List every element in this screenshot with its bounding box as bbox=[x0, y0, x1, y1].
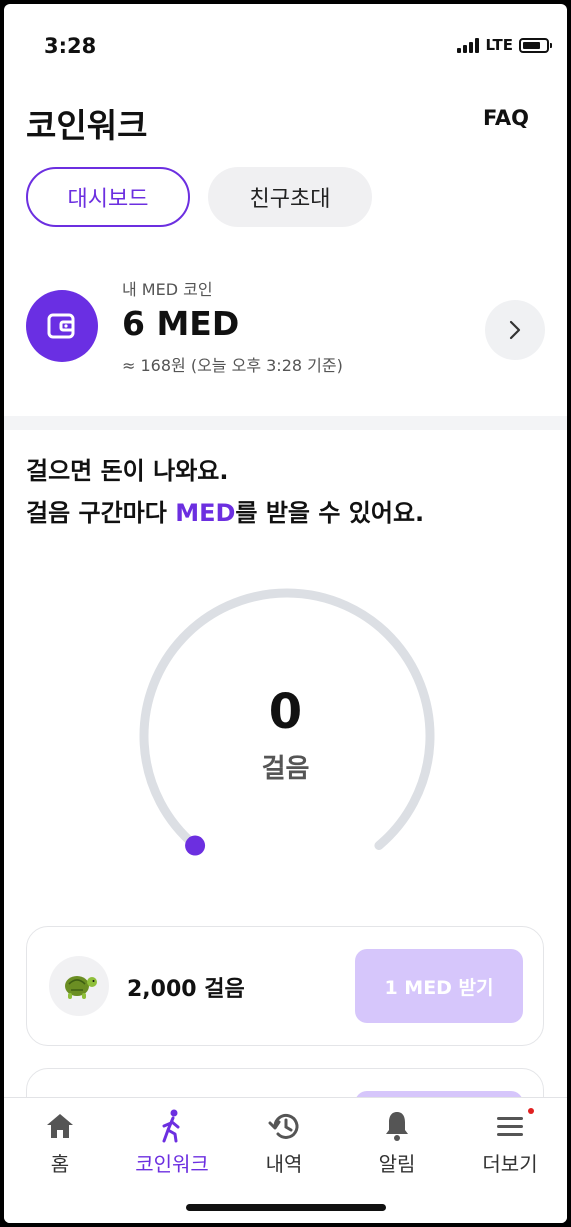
chevron-right-icon[interactable] bbox=[485, 300, 545, 360]
faq-link[interactable]: FAQ bbox=[483, 106, 529, 130]
menu-icon bbox=[460, 1108, 560, 1144]
tab-dashboard[interactable]: 대시보드 bbox=[26, 167, 190, 227]
page-title: 코인워크 bbox=[26, 106, 148, 145]
section-divider bbox=[4, 416, 567, 430]
status-bar: 3:28 LTE bbox=[4, 4, 567, 84]
nav-home[interactable]: 홈 bbox=[10, 1108, 110, 1177]
reward-card: 2,000 걸음 1 MED 받기 bbox=[26, 926, 544, 1046]
tab-bar: 대시보드 친구초대 bbox=[26, 167, 372, 227]
balance-card[interactable]: 내 MED 코인 6 MED ≈ 168원 (오늘 오후 3:28 기준) bbox=[4, 266, 567, 406]
balance-label: 내 MED 코인 bbox=[122, 280, 213, 299]
headline-line-2: 걸음 구간마다 MED를 받을 수 있어요. bbox=[26, 492, 424, 534]
gauge-progress-dot bbox=[185, 835, 206, 856]
nav-more[interactable]: 더보기 bbox=[460, 1108, 560, 1177]
headline: 걸으면 돈이 나와요. 걸음 구간마다 MED를 받을 수 있어요. bbox=[26, 450, 424, 534]
network-type: LTE bbox=[485, 36, 513, 54]
nav-label: 더보기 bbox=[482, 1152, 538, 1176]
nav-coinwalk[interactable]: 코인워크 bbox=[122, 1108, 222, 1177]
nav-label: 알림 bbox=[378, 1152, 416, 1176]
signal-icon bbox=[457, 37, 480, 53]
headline-line-1: 걸으면 돈이 나와요. bbox=[26, 457, 229, 485]
headline-prefix: 걸음 구간마다 bbox=[26, 499, 176, 527]
reward-step-goal: 2,000 걸음 bbox=[127, 977, 245, 1002]
home-icon bbox=[10, 1108, 110, 1144]
claim-reward-button[interactable]: 1 MED 받기 bbox=[355, 949, 523, 1023]
step-unit: 걸음 bbox=[261, 754, 310, 784]
nav-history[interactable]: 내역 bbox=[234, 1108, 334, 1177]
home-indicator bbox=[186, 1204, 386, 1211]
headline-suffix: 를 받을 수 있어요. bbox=[235, 499, 425, 527]
wallet-icon bbox=[26, 290, 98, 362]
balance-amount: 6 MED bbox=[122, 304, 240, 343]
walking-icon bbox=[122, 1108, 222, 1144]
battery-icon bbox=[519, 37, 552, 53]
history-icon bbox=[234, 1108, 334, 1144]
tab-invite-friends[interactable]: 친구초대 bbox=[208, 167, 372, 227]
bell-icon bbox=[347, 1108, 447, 1144]
headline-accent: MED bbox=[175, 499, 236, 527]
nav-label: 코인워크 bbox=[135, 1152, 209, 1176]
bottom-nav: 홈 코인워크 내역 알림 더보기 bbox=[4, 1097, 567, 1223]
app-screen: 3:28 LTE 코인워크 FAQ 대시보드 친구초대 내 MED 코인 6 M… bbox=[4, 4, 567, 1223]
nav-label: 내역 bbox=[265, 1152, 303, 1176]
balance-krw-estimate: ≈ 168원 (오늘 오후 3:28 기준) bbox=[122, 356, 343, 375]
nav-label: 홈 bbox=[50, 1152, 70, 1176]
notification-dot bbox=[528, 1108, 534, 1114]
status-time: 3:28 bbox=[44, 34, 97, 58]
turtle-icon bbox=[49, 956, 109, 1016]
step-count: 0 bbox=[268, 684, 303, 740]
nav-notifications[interactable]: 알림 bbox=[347, 1108, 447, 1177]
status-indicators: LTE bbox=[457, 36, 552, 54]
